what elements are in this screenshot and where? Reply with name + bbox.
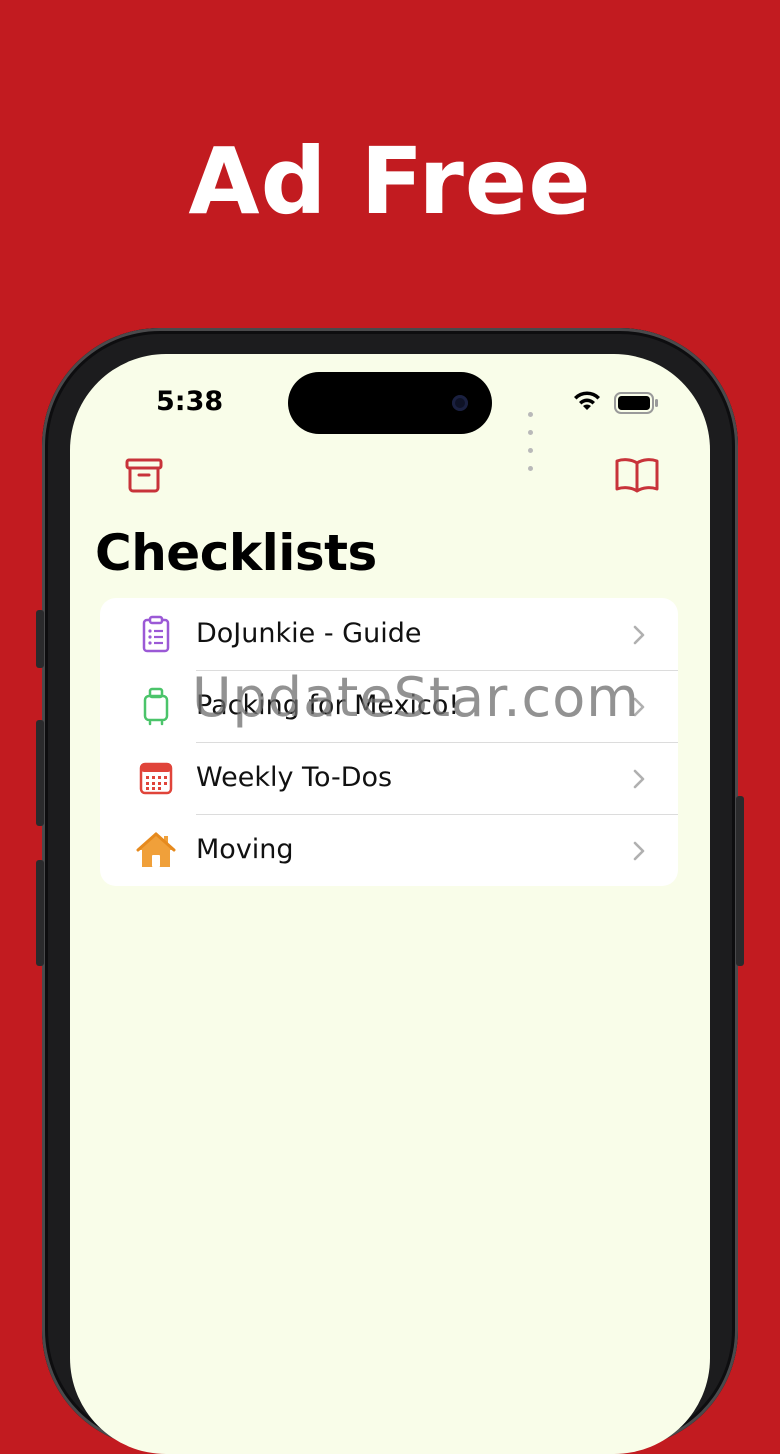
calendar-icon [139, 762, 173, 795]
list-item-label: Moving [196, 834, 294, 865]
chevron-right-icon [633, 841, 645, 861]
battery-icon [614, 392, 658, 414]
list-item[interactable]: Moving [100, 814, 678, 886]
list-item-label: DoJunkie - Guide [196, 618, 422, 649]
list-item[interactable]: DoJunkie - Guide [100, 598, 678, 670]
list-item-label: Weekly To-Dos [196, 762, 393, 793]
app-screen: 5:38 Checklists DoJunkie - Guide Packing… [70, 354, 710, 1454]
archive-box-icon[interactable] [124, 456, 164, 494]
page-title: Checklists [95, 524, 377, 582]
chevron-right-icon [633, 769, 645, 789]
front-camera [452, 395, 468, 411]
cellular-signal-icon [528, 404, 535, 476]
status-time: 5:38 [156, 386, 224, 417]
chevron-right-icon [633, 697, 645, 717]
wifi-icon [574, 391, 600, 410]
phone-side-button [736, 796, 744, 966]
list-item[interactable]: Weekly To-Dos [100, 742, 678, 814]
phone-volume-down-button [36, 860, 44, 966]
list-item[interactable]: Packing for Mexico! [100, 670, 678, 742]
checklist-list: DoJunkie - Guide Packing for Mexico! Wee… [100, 598, 678, 886]
list-item-label: Packing for Mexico! [196, 690, 460, 721]
phone-volume-up-button [36, 720, 44, 826]
house-icon [136, 832, 176, 867]
dynamic-island [288, 372, 492, 434]
promo-headline: Ad Free [188, 128, 592, 235]
chevron-right-icon [633, 625, 645, 645]
book-icon[interactable] [614, 456, 660, 494]
suitcase-icon [143, 687, 169, 726]
clipboard-list-icon [142, 615, 170, 653]
phone-action-button [36, 610, 44, 668]
